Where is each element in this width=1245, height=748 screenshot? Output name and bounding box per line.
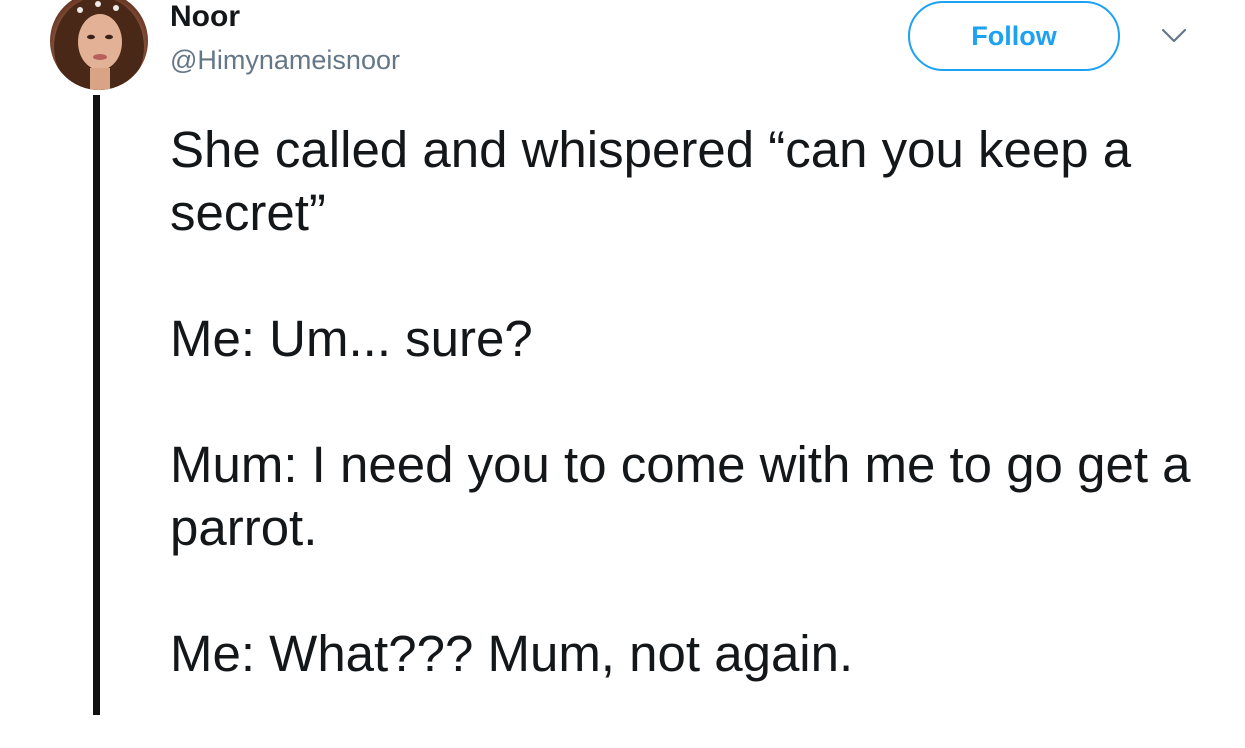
avatar-photo <box>54 0 144 90</box>
tweet-paragraph: Me: What??? Mum, not again. <box>170 625 854 682</box>
chevron-down-icon[interactable] <box>1161 27 1187 45</box>
author-handle[interactable]: @Himynameisnoor <box>170 44 400 76</box>
thread-line <box>93 95 100 715</box>
tweet-paragraph: Mum: I need you to come with me to go ge… <box>170 436 1205 556</box>
tweet-paragraph: Me: Um... sure? <box>170 310 533 367</box>
avatar[interactable] <box>50 0 148 90</box>
tweet-text: She called and whispered “can you keep a… <box>170 118 1230 748</box>
tweet-paragraph: She called and whispered “can you keep a… <box>170 121 1146 241</box>
author-name[interactable]: Noor <box>170 0 240 34</box>
follow-button[interactable]: Follow <box>908 1 1120 71</box>
